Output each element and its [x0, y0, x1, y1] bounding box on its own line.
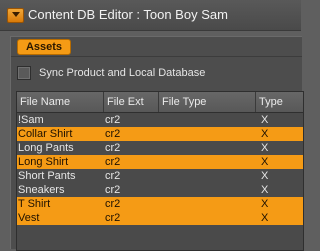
- column-header-type[interactable]: Type: [256, 92, 303, 112]
- cell-file-type: [159, 113, 257, 127]
- cell-file-name: Long Shirt: [18, 156, 69, 168]
- title-bar: Content DB Editor : Toon Boy Sam: [0, 0, 301, 31]
- table-header: File Name File Ext File Type Type: [17, 92, 303, 113]
- cell-file-ext: cr2: [105, 184, 121, 196]
- cell-file-name: T Shirt: [18, 198, 51, 210]
- cell-type: X: [261, 184, 269, 196]
- tab-divider: [11, 56, 302, 57]
- table-row[interactable]: Long Pants cr2 X: [17, 141, 303, 155]
- sync-label: Sync Product and Local Database: [39, 67, 206, 79]
- column-header-file-type[interactable]: File Type: [159, 92, 256, 112]
- app-logo-icon: [7, 8, 24, 23]
- cell-file-ext: cr2: [105, 114, 121, 126]
- cell-file-type: [159, 127, 257, 141]
- cell-file-type: [159, 197, 257, 211]
- cell-file-name: Short Pants: [18, 170, 76, 182]
- cell-file-ext: cr2: [105, 156, 121, 168]
- window-title: Content DB Editor : Toon Boy Sam: [28, 7, 228, 22]
- table-row[interactable]: Long Shirt cr2 X: [17, 155, 303, 169]
- assets-table: File Name File Ext File Type Type !Sam c…: [16, 91, 304, 251]
- table-row[interactable]: T Shirt cr2 X: [17, 197, 303, 211]
- sync-checkbox[interactable]: [17, 66, 31, 80]
- cell-file-ext: cr2: [105, 170, 121, 182]
- sync-option[interactable]: Sync Product and Local Database: [17, 65, 205, 81]
- tab-assets[interactable]: Assets: [17, 39, 71, 55]
- table-row[interactable]: Sneakers cr2 X: [17, 183, 303, 197]
- table-row[interactable]: Short Pants cr2 X: [17, 169, 303, 183]
- cell-type: X: [261, 170, 269, 182]
- cell-type: X: [261, 212, 269, 224]
- cell-type: X: [261, 128, 269, 140]
- cell-file-type: [159, 141, 257, 155]
- cell-type: X: [261, 114, 269, 126]
- cell-file-name: Collar Shirt: [18, 128, 73, 140]
- cell-file-ext: cr2: [105, 212, 121, 224]
- table-row[interactable]: Collar Shirt cr2 X: [17, 127, 303, 141]
- cell-file-type: [159, 183, 257, 197]
- table-row[interactable]: Vest cr2 X: [17, 211, 303, 225]
- cell-file-ext: cr2: [105, 142, 121, 154]
- assets-panel: Assets Sync Product and Local Database F…: [10, 36, 304, 251]
- cell-file-name: Vest: [18, 212, 40, 224]
- column-header-file-ext[interactable]: File Ext: [104, 92, 159, 112]
- cell-file-type: [159, 155, 257, 169]
- cell-file-ext: cr2: [105, 198, 121, 210]
- cell-type: X: [261, 142, 269, 154]
- cell-file-type: [159, 211, 257, 225]
- cell-file-name: Long Pants: [18, 142, 74, 154]
- cell-type: X: [261, 198, 269, 210]
- cell-file-ext: cr2: [105, 128, 121, 140]
- cell-file-type: [159, 169, 257, 183]
- cell-file-name: Sneakers: [18, 184, 65, 196]
- table-row[interactable]: !Sam cr2 X: [17, 113, 303, 127]
- cell-file-name: !Sam: [18, 114, 44, 126]
- column-header-file-name[interactable]: File Name: [17, 92, 104, 112]
- cell-type: X: [261, 156, 269, 168]
